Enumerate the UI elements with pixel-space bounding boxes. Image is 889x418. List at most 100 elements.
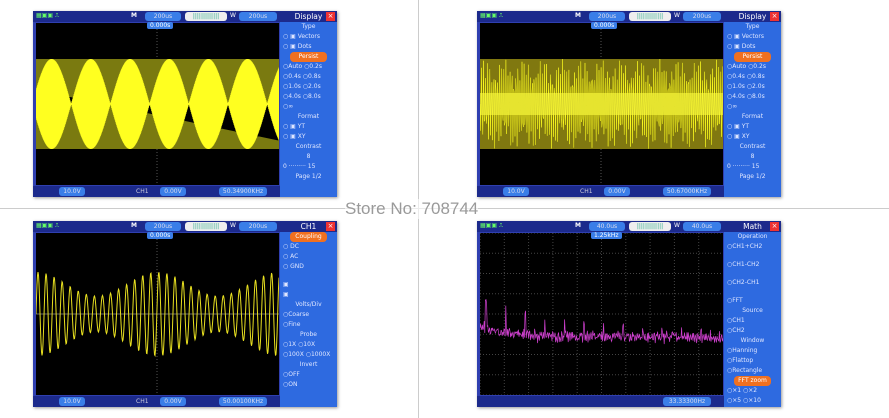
menu-option[interactable]: ○Rectangle bbox=[724, 366, 781, 376]
menu-option[interactable]: ○1.0s ○2.0s bbox=[724, 82, 781, 92]
menu-heading: Invert bbox=[280, 360, 337, 370]
close-icon[interactable]: × bbox=[326, 12, 335, 21]
trigger-level[interactable]: 0.00V bbox=[160, 397, 186, 406]
timebase-label-icon: M bbox=[575, 222, 581, 229]
menu-title: Math × bbox=[724, 221, 781, 232]
menu-option[interactable]: 0 ········· 15 bbox=[724, 162, 781, 172]
menu-heading: Format bbox=[280, 112, 337, 122]
waveform-trace bbox=[480, 23, 723, 185]
menu-option[interactable]: ○ ▣ Dots bbox=[280, 42, 337, 52]
trigger-source: CH1 bbox=[580, 188, 593, 195]
window-label-icon: W bbox=[230, 12, 236, 19]
waveform-screen[interactable] bbox=[36, 23, 279, 185]
menu-option[interactable]: ○ AC bbox=[280, 252, 337, 262]
menu-title-text: Display bbox=[295, 12, 323, 21]
menu-option[interactable]: ○4.0s ○8.0s bbox=[280, 92, 337, 102]
menu-option[interactable]: ○1X ○10X bbox=[280, 340, 337, 350]
menu-option[interactable]: ○ ▣ Vectors bbox=[724, 32, 781, 42]
menu-option[interactable]: ○CH1-CH2 bbox=[724, 260, 781, 270]
menu-option[interactable]: ○0.4s ○0.8s bbox=[724, 72, 781, 82]
menu-heading: Source bbox=[724, 306, 781, 316]
memory-bar[interactable]: ||||||||||||| bbox=[185, 222, 227, 231]
bottom-status-bar: 10.0V CH1 0.00V 50.34900KHz bbox=[33, 186, 280, 197]
window-value[interactable]: 200us bbox=[239, 12, 277, 21]
menu-option[interactable]: ○Auto ○0.2s bbox=[724, 62, 781, 72]
timebase-value[interactable]: 200us bbox=[589, 12, 625, 21]
menu-option[interactable] bbox=[724, 252, 781, 260]
menu-option[interactable]: ○Coarse bbox=[280, 310, 337, 320]
fft-trace bbox=[480, 300, 723, 345]
menu-option[interactable]: ○ ▣ YT bbox=[280, 122, 337, 132]
side-menu-display: Display × Type ○ ▣ Vectors ○ ▣ Dots Persist ○A… bbox=[280, 11, 337, 197]
menu-option[interactable]: ○CH1 bbox=[724, 316, 781, 326]
menu-option[interactable]: ○Flattop bbox=[724, 356, 781, 366]
menu-option[interactable]: ○Auto ○0.2s bbox=[280, 62, 337, 72]
menu-option[interactable]: ○ ▣ XY bbox=[724, 132, 781, 142]
menu-option[interactable] bbox=[724, 288, 781, 296]
menu-option[interactable]: ○CH2 bbox=[724, 326, 781, 336]
menu-option[interactable]: ▣ bbox=[280, 280, 337, 290]
menu-option[interactable]: ○ GND bbox=[280, 262, 337, 272]
menu-option[interactable]: ○100X ○1000X bbox=[280, 350, 337, 360]
menu-option[interactable] bbox=[280, 272, 337, 280]
menu-option[interactable]: ○ ▣ Vectors bbox=[280, 32, 337, 42]
menu-option[interactable]: ○ON bbox=[280, 380, 337, 390]
memory-bar[interactable]: ||||||||||||| bbox=[629, 12, 671, 21]
menu-option[interactable]: ○×1 ○×2 bbox=[724, 386, 781, 396]
window-value[interactable]: 200us bbox=[683, 12, 721, 21]
menu-option[interactable]: ○ ▣ XY bbox=[280, 132, 337, 142]
menu-option[interactable]: ○×5 ○×10 bbox=[724, 396, 781, 406]
menu-option[interactable]: ○Fine bbox=[280, 320, 337, 330]
memory-bar[interactable]: ||||||||||||| bbox=[185, 12, 227, 21]
menu-option[interactable]: ○4.0s ○8.0s bbox=[724, 92, 781, 102]
close-icon[interactable]: × bbox=[326, 222, 335, 231]
menu-option[interactable]: ○FFT bbox=[724, 296, 781, 306]
menu-option[interactable]: ○ DC bbox=[280, 242, 337, 252]
trigger-level[interactable]: 0.00V bbox=[160, 187, 186, 196]
menu-option[interactable]: ○OFF bbox=[280, 370, 337, 380]
frequency-readout: 50.00100KHz bbox=[219, 397, 267, 406]
menu-heading: Page 1/2 bbox=[280, 172, 337, 182]
channel-scale[interactable]: 10.0V bbox=[59, 397, 85, 406]
menu-heading: Contrast bbox=[724, 142, 781, 152]
menu-option[interactable]: ▣ bbox=[280, 290, 337, 300]
menu-heading: Operation bbox=[724, 232, 781, 242]
channel-scale[interactable]: 10.0V bbox=[503, 187, 529, 196]
menu-heading: Type bbox=[724, 22, 781, 32]
bottom-status-bar: 10.0V CH1 0.00V 50.00100KHz bbox=[33, 396, 280, 407]
menu-option[interactable] bbox=[724, 270, 781, 278]
menu-heading[interactable]: Persist bbox=[734, 52, 771, 62]
menu-option[interactable]: 0 ········· 15 bbox=[280, 162, 337, 172]
menu-option[interactable]: ○CH2-CH1 bbox=[724, 278, 781, 288]
close-icon[interactable]: × bbox=[770, 12, 779, 21]
waveform-screen[interactable] bbox=[480, 233, 723, 395]
window-label-icon: W bbox=[674, 12, 680, 19]
menu-option[interactable]: ○∞ bbox=[280, 102, 337, 112]
status-icons: ▦▣▣ ⎍ bbox=[36, 12, 59, 20]
menu-option[interactable]: ○1.0s ○2.0s bbox=[280, 82, 337, 92]
channel-scale[interactable]: 10.0V bbox=[59, 187, 85, 196]
trigger-level[interactable]: 0.00V bbox=[604, 187, 630, 196]
menu-title: CH1 × bbox=[280, 221, 337, 232]
waveform-trace bbox=[36, 233, 279, 395]
menu-option[interactable]: ○0.4s ○0.8s bbox=[280, 72, 337, 82]
window-value[interactable]: 40.0us bbox=[683, 222, 721, 231]
memory-bar[interactable]: ||||||||||||| bbox=[629, 222, 671, 231]
menu-option[interactable]: ○ ▣ YT bbox=[724, 122, 781, 132]
menu-option[interactable]: ○∞ bbox=[724, 102, 781, 112]
menu-heading[interactable]: FFT zoom bbox=[734, 376, 771, 386]
waveform-screen[interactable] bbox=[480, 23, 723, 185]
menu-title-text: Math bbox=[743, 222, 762, 231]
window-value[interactable]: 200us bbox=[239, 222, 277, 231]
close-icon[interactable]: × bbox=[770, 222, 779, 231]
menu-heading[interactable]: Persist bbox=[290, 52, 327, 62]
menu-heading: Type bbox=[280, 22, 337, 32]
menu-option[interactable]: ○CH1+CH2 bbox=[724, 242, 781, 252]
menu-heading[interactable]: Coupling bbox=[290, 232, 327, 242]
waveform-screen[interactable] bbox=[36, 233, 279, 395]
menu-option[interactable]: ○Hanning bbox=[724, 346, 781, 356]
timebase-value[interactable]: 200us bbox=[145, 12, 181, 21]
timebase-value[interactable]: 200us bbox=[145, 222, 181, 231]
menu-option[interactable]: ○ ▣ Dots bbox=[724, 42, 781, 52]
timebase-value[interactable]: 40.0us bbox=[589, 222, 625, 231]
